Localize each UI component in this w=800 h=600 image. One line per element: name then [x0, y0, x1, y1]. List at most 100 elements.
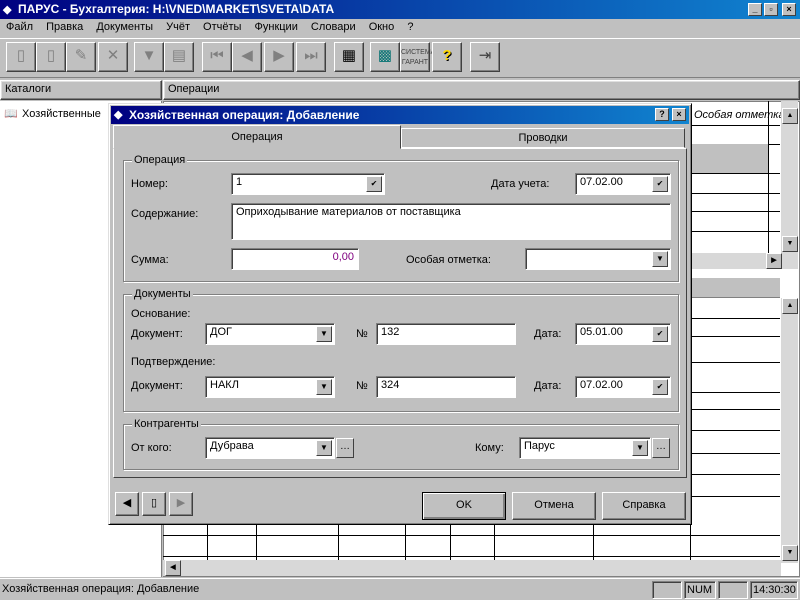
- from-label: От кого:: [131, 442, 172, 454]
- prev-icon[interactable]: ◀: [232, 42, 262, 72]
- lower-scroll-up-icon[interactable]: ▲: [782, 298, 798, 314]
- nav-next-button[interactable]: ▶: [169, 492, 193, 516]
- special-mark-select[interactable]: ▼: [525, 248, 671, 270]
- maximize-icon[interactable]: ▫: [764, 3, 778, 16]
- accounting-date-field[interactable]: 07.02.00 ✔: [575, 173, 671, 195]
- tree-item-operations[interactable]: Хозяйственные: [22, 108, 101, 120]
- menu-window[interactable]: Окно: [369, 21, 395, 33]
- basis-label: Основание:: [131, 308, 191, 320]
- ok-button[interactable]: OK: [422, 492, 506, 520]
- basis-date-field[interactable]: 05.01.00 ✔: [575, 323, 671, 345]
- number-combo[interactable]: 1 ✔: [231, 173, 385, 195]
- sum-input[interactable]: 0,00: [231, 248, 359, 270]
- cancel-button[interactable]: Отмена: [512, 492, 596, 520]
- filter-icon[interactable]: ▼: [134, 42, 164, 72]
- hscroll-left-icon[interactable]: ◀: [165, 560, 181, 576]
- scroll-down-icon[interactable]: ▼: [782, 236, 798, 252]
- marks-icon[interactable]: ▦: [334, 42, 364, 72]
- menu-bar: Файл Правка Документы Учёт Отчёты Функци…: [0, 19, 800, 37]
- basis-doc-dropdown-icon[interactable]: ▼: [316, 326, 332, 342]
- date-check-icon[interactable]: ✔: [652, 176, 668, 192]
- book-icon: 📖: [4, 108, 18, 120]
- new-icon[interactable]: ▯: [6, 42, 36, 72]
- confirm-doc-select[interactable]: НАКЛ ▼: [205, 376, 335, 398]
- confirm-doc-label: Документ:: [131, 380, 183, 392]
- main-titlebar: ◆ ПАРУС - Бухгалтерия: H:\VNED\MARKET\SV…: [0, 0, 800, 19]
- catalogs-header: Каталоги: [0, 80, 162, 100]
- menu-file[interactable]: Файл: [6, 21, 33, 33]
- from-select[interactable]: Дубрава ▼: [205, 437, 335, 459]
- next-icon[interactable]: ▶: [264, 42, 294, 72]
- help-button[interactable]: Справка: [602, 492, 686, 520]
- sum-label: Сумма:: [131, 254, 169, 266]
- tab-operation[interactable]: Операция: [113, 125, 401, 149]
- confirm-doc-dropdown-icon[interactable]: ▼: [316, 379, 332, 395]
- basis-date-check-icon[interactable]: ✔: [652, 326, 668, 342]
- lower-vscroll[interactable]: [781, 298, 798, 563]
- help-icon[interactable]: ?: [432, 42, 462, 72]
- menu-documents[interactable]: Документы: [96, 21, 153, 33]
- to-browse-button[interactable]: …: [652, 438, 670, 458]
- operations-header: Операции: [163, 80, 800, 100]
- bottom-hscroll[interactable]: [163, 560, 781, 576]
- delete-icon[interactable]: ✕: [98, 42, 128, 72]
- status-time: 14:30:30: [750, 581, 798, 599]
- basis-doc-label: Документ:: [131, 328, 183, 340]
- nav-prev-button[interactable]: ◀: [115, 492, 139, 516]
- calculator-icon[interactable]: ▩: [370, 42, 400, 72]
- last-icon[interactable]: ⏭: [296, 42, 326, 72]
- window-title: ПАРУС - Бухгалтерия: H:\VNED\MARKET\SVET…: [18, 2, 335, 16]
- print-icon[interactable]: ▤: [164, 42, 194, 72]
- menu-edit[interactable]: Правка: [46, 21, 83, 33]
- edit-icon[interactable]: ✎: [66, 42, 96, 72]
- basis-num-input[interactable]: 132: [376, 323, 516, 345]
- basis-doc-select[interactable]: ДОГ ▼: [205, 323, 335, 345]
- to-dropdown-icon[interactable]: ▼: [632, 440, 648, 456]
- number-check-icon[interactable]: ✔: [366, 176, 382, 192]
- content-input[interactable]: Оприходывание материалов от поставщика: [231, 203, 671, 240]
- copy-icon[interactable]: ▯: [36, 42, 66, 72]
- confirm-date-check-icon[interactable]: ✔: [652, 379, 668, 395]
- lower-scroll-down-icon[interactable]: ▼: [782, 545, 798, 561]
- confirm-num-label: №: [356, 380, 368, 392]
- menu-accounting[interactable]: Учёт: [166, 21, 190, 33]
- dialog-help-icon[interactable]: ?: [655, 108, 669, 121]
- minimize-icon[interactable]: _: [748, 3, 762, 16]
- status-num: NUM: [684, 581, 716, 599]
- content-label: Содержание:: [131, 208, 199, 220]
- to-select[interactable]: Парус ▼: [519, 437, 651, 459]
- basis-num-label: №: [356, 328, 368, 340]
- menu-dictionaries[interactable]: Словари: [311, 21, 356, 33]
- dialog-titlebar: ◆ Хозяйственная операция: Добавление ? ×: [111, 106, 689, 124]
- confirm-num-input[interactable]: 324: [376, 376, 516, 398]
- garant-icon[interactable]: СИСТЕМА ГАРАНТ: [400, 42, 435, 72]
- status-text: Хозяйственная операция: Добавление: [2, 583, 200, 595]
- dialog-icon: ◆: [114, 109, 123, 121]
- dialog-title: Хозяйственная операция: Добавление: [129, 108, 360, 122]
- scroll-right-icon[interactable]: ▶: [766, 253, 782, 269]
- confirm-date-field[interactable]: 07.02.00 ✔: [575, 376, 671, 398]
- menu-help[interactable]: ?: [407, 21, 413, 33]
- nav-new-button[interactable]: ▯: [142, 492, 166, 516]
- special-mark-dropdown-icon[interactable]: ▼: [652, 251, 668, 267]
- basis-date-label: Дата:: [534, 328, 562, 340]
- confirm-date-label: Дата:: [534, 380, 562, 392]
- special-mark-label: Особая отметка:: [406, 254, 491, 266]
- first-icon[interactable]: ⏮: [202, 42, 232, 72]
- status-cell-1: [652, 581, 682, 599]
- close-icon[interactable]: ×: [782, 3, 796, 16]
- statusbar: Хозяйственная операция: Добавление NUM 1…: [0, 578, 800, 600]
- tab-postings[interactable]: Проводки: [401, 128, 685, 148]
- menu-reports[interactable]: Отчёты: [203, 21, 241, 33]
- scroll-up-icon[interactable]: ▲: [782, 108, 798, 124]
- from-dropdown-icon[interactable]: ▼: [316, 440, 332, 456]
- app-icon[interactable]: ◆: [3, 3, 15, 16]
- menu-functions[interactable]: Функции: [255, 21, 298, 33]
- number-label: Номер:: [131, 178, 168, 190]
- to-label: Кому:: [475, 442, 504, 454]
- from-browse-button[interactable]: …: [336, 438, 354, 458]
- dialog-close-icon[interactable]: ×: [672, 108, 686, 121]
- exit-icon[interactable]: ⇥: [470, 42, 500, 72]
- status-cell-3: [718, 581, 748, 599]
- date-label: Дата учета:: [491, 178, 550, 190]
